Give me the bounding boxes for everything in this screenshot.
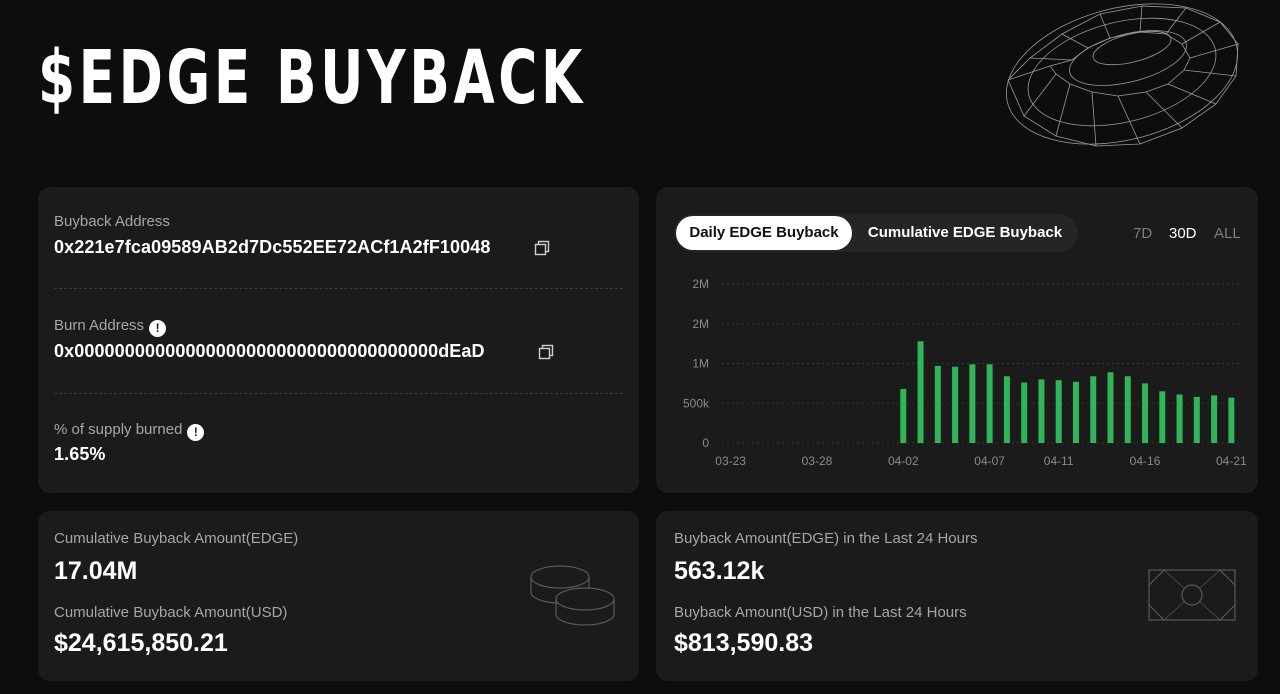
burn-address-label-text: Burn Address bbox=[54, 317, 145, 334]
last24h-edge-label: Buyback Amount(EDGE) in the Last 24 Hour… bbox=[674, 530, 978, 547]
supply-burned-label: % of supply burned! bbox=[54, 421, 205, 441]
chart-bar[interactable] bbox=[1090, 376, 1097, 443]
banknote-icon bbox=[1148, 569, 1236, 621]
chart-bar[interactable] bbox=[986, 364, 993, 443]
chart-bar[interactable] bbox=[900, 388, 907, 443]
chart-bar[interactable] bbox=[1176, 394, 1183, 443]
info-icon[interactable]: ! bbox=[187, 424, 205, 441]
x-tick-label: 04-11 bbox=[1044, 454, 1074, 468]
cumulative-edge-label: Cumulative Buyback Amount(EDGE) bbox=[54, 530, 299, 547]
y-tick-label: 2M bbox=[692, 317, 709, 331]
y-tick-label: 500k bbox=[683, 396, 710, 410]
chart-bar[interactable] bbox=[917, 341, 924, 443]
info-icon[interactable]: ! bbox=[149, 320, 167, 337]
chart-bar[interactable] bbox=[1211, 395, 1218, 443]
copy-icon[interactable] bbox=[534, 240, 550, 256]
cumulative-edge-value: 17.04M bbox=[54, 557, 138, 585]
burn-address-value: 0x000000000000000000000000000000000000dE… bbox=[54, 341, 485, 361]
last-24h-buyback-card: Buyback Amount(EDGE) in the Last 24 Hour… bbox=[656, 511, 1258, 681]
address-card: Buyback Address 0x221e7fca09589AB2d7Dc55… bbox=[38, 187, 639, 493]
chart-bar[interactable] bbox=[1142, 383, 1149, 443]
last24h-usd-label: Buyback Amount(USD) in the Last 24 Hours bbox=[674, 604, 967, 621]
coins-icon bbox=[530, 565, 615, 626]
chart-bar[interactable] bbox=[1003, 376, 1010, 443]
x-tick-label: 04-02 bbox=[888, 454, 919, 468]
buyback-address-label: Buyback Address bbox=[54, 213, 170, 230]
x-tick-label: 04-07 bbox=[974, 454, 1005, 468]
cumulative-usd-value: $24,615,850.21 bbox=[54, 629, 228, 657]
divider bbox=[54, 288, 623, 289]
chart-bar[interactable] bbox=[1055, 380, 1062, 443]
chart-bar[interactable] bbox=[1021, 382, 1028, 443]
chart-bar[interactable] bbox=[969, 364, 976, 443]
y-tick-label: 0 bbox=[702, 436, 709, 450]
x-tick-label: 03-28 bbox=[802, 454, 833, 468]
chart-bar[interactable] bbox=[952, 366, 959, 443]
chart-bar[interactable] bbox=[1038, 379, 1045, 443]
chart-bar[interactable] bbox=[934, 365, 941, 443]
chart-bar[interactable] bbox=[1072, 381, 1079, 443]
buyback-address-value: 0x221e7fca09589AB2d7Dc552EE72ACf1A2fF100… bbox=[54, 237, 491, 257]
chart-bar[interactable] bbox=[1159, 391, 1166, 443]
cumulative-usd-label: Cumulative Buyback Amount(USD) bbox=[54, 604, 288, 621]
burn-address-label: Burn Address! bbox=[54, 317, 167, 337]
wireframe-donut-icon bbox=[1005, 3, 1239, 147]
page-title: $EDGE BUYBACK bbox=[38, 35, 586, 121]
divider bbox=[54, 393, 623, 394]
chart-bar[interactable] bbox=[1193, 396, 1200, 443]
last24h-edge-value: 563.12k bbox=[674, 557, 765, 585]
chart-bar[interactable] bbox=[1124, 376, 1131, 443]
chart-bar[interactable] bbox=[1228, 397, 1235, 443]
supply-burned-value: 1.65% bbox=[54, 444, 106, 464]
buyback-chart-card: Daily EDGE Buyback Cumulative EDGE Buyba… bbox=[656, 187, 1258, 493]
x-tick-label: 04-16 bbox=[1130, 454, 1161, 468]
daily-buyback-bar-chart: 2M 2M 1M 500k 0 03-23 03-28 04-02 04-07 04-11 04-1… bbox=[683, 277, 1247, 468]
cumulative-buyback-card: Cumulative Buyback Amount(EDGE) 17.04M C… bbox=[38, 511, 639, 681]
copy-icon[interactable] bbox=[538, 344, 554, 360]
x-tick-label: 04-21 bbox=[1216, 454, 1247, 468]
supply-burned-label-text: % of supply burned bbox=[54, 421, 183, 438]
last24h-usd-value: $813,590.83 bbox=[674, 629, 814, 657]
chart-bar[interactable] bbox=[1107, 372, 1114, 443]
y-tick-label: 1M bbox=[692, 357, 709, 371]
y-tick-label: 2M bbox=[692, 277, 709, 291]
x-tick-label: 03-23 bbox=[715, 454, 746, 468]
